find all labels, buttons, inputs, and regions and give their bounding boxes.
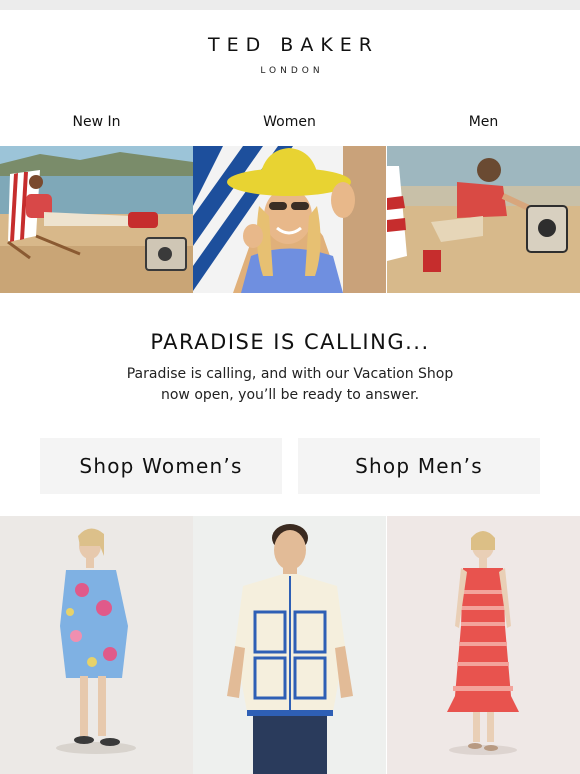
- hero-banner[interactable]: [0, 146, 580, 293]
- top-bar: [0, 0, 580, 10]
- subcopy: Paradise is calling, and with our Vacati…: [0, 364, 580, 406]
- product-card-striped-dress[interactable]: [387, 516, 580, 774]
- product-image-crochet-shirt: [193, 516, 386, 774]
- nav-item-women[interactable]: Women: [193, 114, 386, 130]
- product-image-kaftan: [0, 516, 193, 774]
- brand-name: TED BAKER: [208, 34, 379, 56]
- product-image-striped-dress: [387, 516, 580, 774]
- hero-image-deckchair-art: [0, 146, 193, 293]
- subcopy-line-2: now open, you’ll be ready to answer.: [160, 387, 420, 403]
- nav-item-men[interactable]: Men: [387, 114, 580, 130]
- hero-image-radio[interactable]: [387, 146, 580, 293]
- brand-tagline: LONDON: [260, 66, 324, 76]
- subcopy-line-1: Paradise is calling, and with our Vacati…: [126, 366, 454, 382]
- product-grid: [0, 516, 580, 774]
- headline: PARADISE IS CALLING...: [150, 330, 430, 354]
- shop-mens-button[interactable]: Shop Men’s: [298, 438, 540, 494]
- product-card-kaftan[interactable]: [0, 516, 193, 774]
- shop-womens-button[interactable]: Shop Women’s: [40, 438, 282, 494]
- hero-image-deckchair[interactable]: [0, 146, 193, 293]
- product-card-crochet-shirt[interactable]: [193, 516, 386, 774]
- hero-image-radio-art: [387, 146, 580, 293]
- brand-logo[interactable]: TED BAKER LONDON: [0, 34, 580, 76]
- nav-item-new-in[interactable]: New In: [0, 114, 193, 130]
- hero-image-sunhat[interactable]: [193, 146, 386, 293]
- hero-image-sunhat-art: [193, 146, 386, 293]
- main-nav: New In Women Men: [0, 114, 580, 136]
